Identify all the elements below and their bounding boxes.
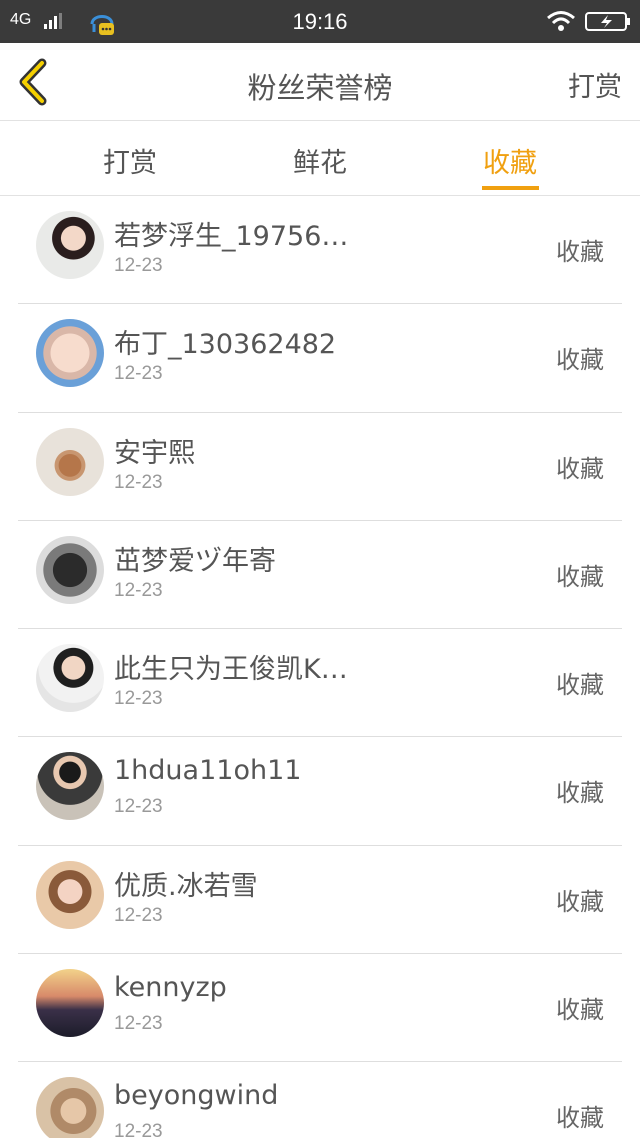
list-item[interactable]: beyongwind 12-23 收藏 [0, 1062, 640, 1138]
action-label: 收藏 [556, 346, 604, 375]
tab-flowers[interactable]: 鲜花 [260, 141, 380, 180]
nav-bar: 粉丝荣誉榜 打赏 [0, 43, 640, 121]
date: 12-23 [114, 579, 163, 601]
avatar [36, 969, 104, 1038]
action-label: 收藏 [556, 996, 604, 1025]
list-item[interactable]: 茁梦爱ヅ年寄 12-23 收藏 [0, 521, 640, 630]
list-item[interactable]: kennyzp 12-23 收藏 [0, 954, 640, 1063]
battery-icon [585, 12, 630, 31]
avatar [36, 644, 104, 713]
avatar [36, 752, 104, 821]
avatar [36, 319, 104, 388]
date: 12-23 [114, 688, 163, 710]
clock: 19:16 [292, 9, 348, 34]
avatar [36, 211, 104, 279]
tab-bar: 打赏 鲜花 收藏 [0, 121, 640, 196]
list-item[interactable]: 布丁_130362482 12-23 收藏 [0, 304, 640, 413]
action-label: 收藏 [556, 238, 604, 266]
date: 12-23 [114, 904, 163, 926]
tab-reward[interactable]: 打赏 [70, 141, 190, 180]
date: 12-23 [114, 796, 163, 818]
user-name: 1hdua11oh11 [114, 755, 302, 787]
status-bar: 4G 19:16 [0, 0, 640, 43]
list-item[interactable]: 安宇熙 12-23 收藏 [0, 413, 640, 522]
user-name: 安宇熙 [114, 437, 195, 469]
user-name: 茁梦爱ヅ年寄 [114, 545, 276, 577]
date: 12-23 [114, 1013, 163, 1035]
action-label: 收藏 [556, 887, 604, 916]
user-name: beyongwind [114, 1080, 279, 1112]
user-name: kennyzp [114, 972, 227, 1004]
fan-list: 若梦浮生_19756… 12-23 收藏 布丁_130362482 12-23 … [0, 196, 640, 1138]
action-label: 收藏 [556, 671, 604, 700]
user-name: 优质.冰若雪 [114, 870, 258, 902]
user-name: 布丁_130362482 [114, 329, 337, 361]
avatar [36, 1077, 104, 1138]
date: 12-23 [114, 363, 163, 385]
reward-button[interactable]: 打赏 [568, 65, 622, 104]
avatar [36, 860, 104, 929]
avatar [36, 427, 104, 496]
tab-favorites[interactable]: 收藏 [450, 141, 570, 180]
active-tab-indicator [482, 186, 539, 190]
wifi-icon [547, 11, 575, 31]
page-title: 粉丝荣誉榜 [247, 71, 393, 105]
list-item[interactable]: 1hdua11oh11 12-23 收藏 [0, 737, 640, 847]
date: 12-23 [114, 255, 163, 276]
date: 12-23 [114, 1121, 163, 1138]
user-name: 此生只为王俊凯K… [114, 654, 348, 686]
list-item[interactable]: 优质.冰若雪 12-23 收藏 [0, 846, 640, 955]
action-label: 收藏 [556, 779, 604, 808]
action-label: 收藏 [556, 1104, 604, 1133]
list-item[interactable]: 若梦浮生_19756… 12-23 收藏 [0, 196, 640, 305]
action-label: 收藏 [556, 454, 604, 483]
list-item[interactable]: 此生只为王俊凯K… 12-23 收藏 [0, 629, 640, 738]
user-name: 若梦浮生_19756… [114, 221, 349, 252]
avatar [36, 535, 104, 604]
date: 12-23 [114, 471, 163, 493]
action-label: 收藏 [556, 562, 604, 591]
